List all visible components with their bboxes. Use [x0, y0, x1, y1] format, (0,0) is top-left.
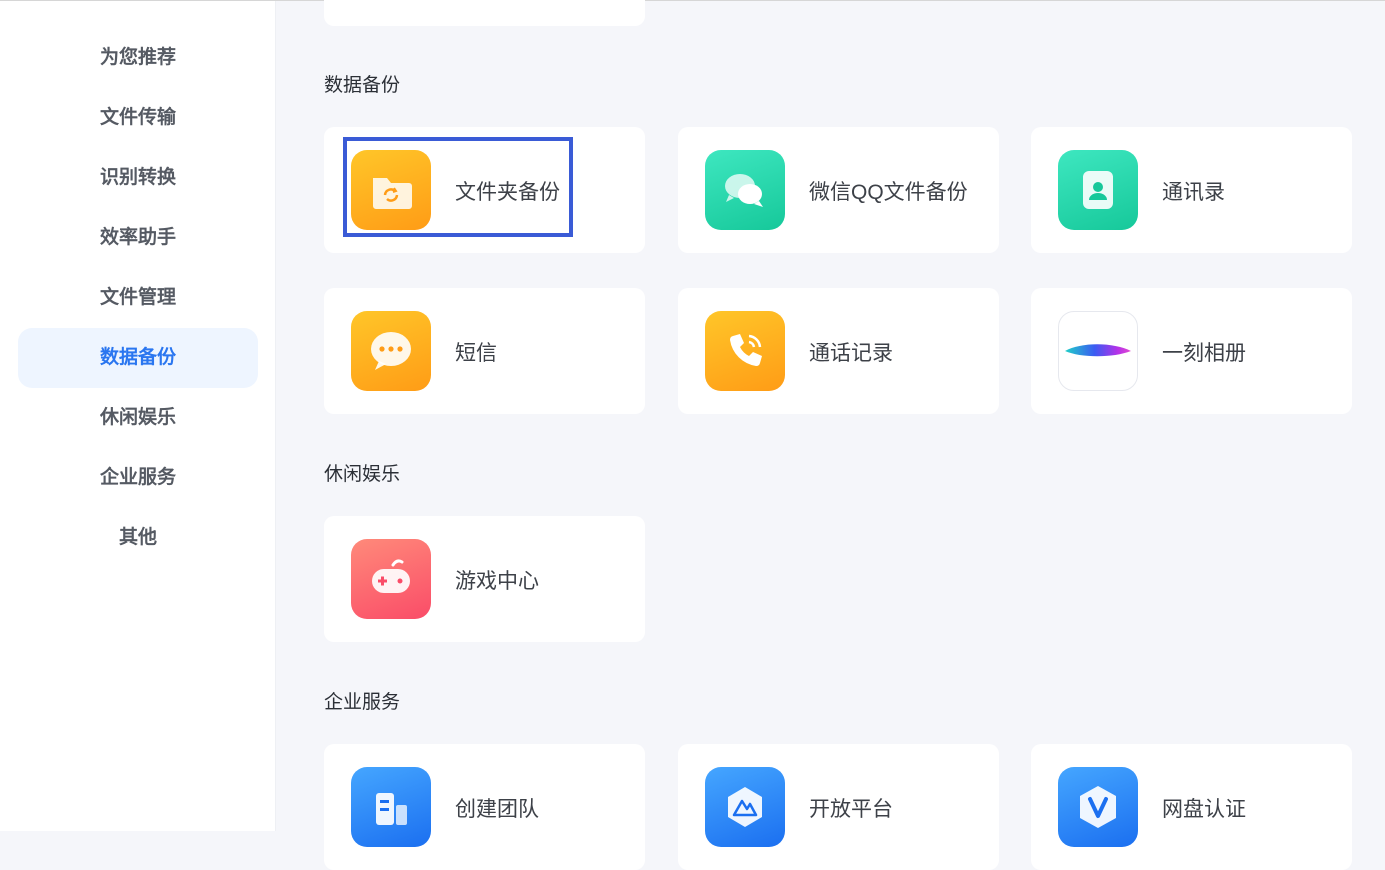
card-label: 通讯录	[1162, 181, 1225, 204]
card-label: 文件夹备份	[455, 181, 560, 204]
card-label: 微信QQ文件备份	[809, 181, 968, 204]
card-label: 开放平台	[809, 798, 893, 821]
section-title-data-backup: 数据备份	[324, 75, 401, 96]
sidebar-item-file-transfer[interactable]: 文件传输	[18, 88, 258, 148]
card-create-team[interactable]: 创建团队	[324, 744, 645, 870]
card-label: 短信	[455, 342, 497, 365]
card-label: 创建团队	[455, 798, 539, 821]
moment-album-icon	[1058, 311, 1138, 391]
sidebar-item-data-backup[interactable]: 数据备份	[18, 328, 258, 388]
verified-v-icon	[1058, 767, 1138, 847]
sidebar-item-leisure[interactable]: 休闲娱乐	[18, 388, 258, 448]
building-icon	[351, 767, 431, 847]
card-moment-album[interactable]: 一刻相册	[1031, 288, 1352, 414]
card-open-platform[interactable]: 开放平台	[678, 744, 999, 870]
sidebar-item-recommended[interactable]: 为您推荐	[18, 28, 258, 88]
gamepad-icon	[351, 539, 431, 619]
chat-bubbles-icon	[705, 150, 785, 230]
card-sms[interactable]: 短信	[324, 288, 645, 414]
sidebar-item-enterprise[interactable]: 企业服务	[18, 448, 258, 508]
sidebar: 为您推荐 文件传输 识别转换 效率助手 文件管理 数据备份 休闲娱乐 企业服务 …	[0, 1, 276, 831]
card-netdisk-verification[interactable]: 网盘认证	[1031, 744, 1352, 870]
phone-call-icon	[705, 311, 785, 391]
sidebar-item-recognize-convert[interactable]: 识别转换	[18, 148, 258, 208]
sidebar-item-other[interactable]: 其他	[18, 508, 258, 568]
section-title-leisure: 休闲娱乐	[324, 464, 401, 485]
main-content: 数据备份 文件夹备份 微信QQ文件备份 通讯录 短信 通话记录 一刻相册 休闲娱…	[276, 0, 1385, 870]
card-label: 游戏中心	[455, 570, 539, 593]
open-platform-icon	[705, 767, 785, 847]
card-label: 网盘认证	[1162, 798, 1246, 821]
card-label: 通话记录	[809, 342, 893, 365]
card-call-log[interactable]: 通话记录	[678, 288, 999, 414]
card-contacts[interactable]: 通讯录	[1031, 127, 1352, 253]
card-label: 一刻相册	[1162, 342, 1246, 365]
card-game-center[interactable]: 游戏中心	[324, 516, 645, 642]
message-dots-icon	[351, 311, 431, 391]
section-title-enterprise: 企业服务	[324, 692, 401, 713]
sidebar-item-efficiency[interactable]: 效率助手	[18, 208, 258, 268]
folder-sync-icon	[351, 150, 431, 230]
previous-section-card[interactable]	[324, 0, 645, 26]
sidebar-item-file-management[interactable]: 文件管理	[18, 268, 258, 328]
contact-card-icon	[1058, 150, 1138, 230]
card-folder-backup[interactable]: 文件夹备份	[324, 127, 645, 253]
card-wechat-qq-backup[interactable]: 微信QQ文件备份	[678, 127, 999, 253]
